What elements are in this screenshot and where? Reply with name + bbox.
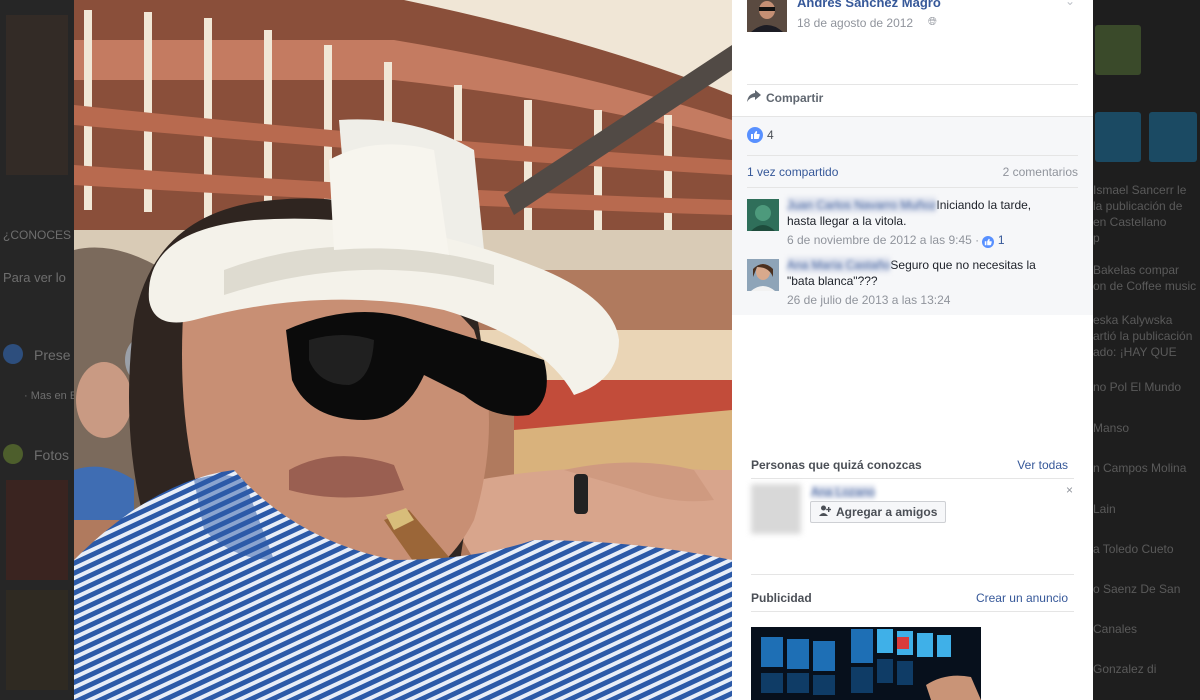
suggested-person-name[interactable]: Ana Lozano — [811, 485, 876, 499]
chevron-down-icon[interactable]: ⌄ — [1065, 0, 1075, 8]
background-text: p — [1093, 231, 1100, 245]
background-text: Ismael Sancerr le — [1093, 183, 1187, 197]
background-text: Manso — [1093, 421, 1130, 435]
create-ad-link[interactable]: Crear un anuncio — [976, 591, 1068, 605]
post-photo[interactable] — [74, 0, 732, 700]
background-text: ¿CONOCES — [3, 228, 72, 242]
background-tile — [1095, 25, 1141, 75]
add-friend-button[interactable]: Agregar a amigos — [810, 501, 947, 523]
comment-timestamp[interactable]: 26 de julio de 2013 a las 13:24 — [787, 293, 950, 307]
pymk-title: Personas que quizá conozcas — [751, 458, 922, 472]
background-text: eska Kalywska — [1093, 313, 1173, 327]
background-text: Fotos — [34, 447, 70, 463]
author-avatar[interactable] — [747, 0, 787, 32]
background-text: no Pol El Mundo — [1093, 380, 1182, 394]
add-friend-icon — [819, 505, 832, 519]
divider — [747, 84, 1078, 85]
divider — [747, 155, 1078, 156]
background-text: a Toledo Cueto — [1093, 542, 1174, 556]
background-text: Prese — [34, 347, 71, 363]
share-button[interactable]: Compartir — [747, 90, 823, 105]
shares-count-link[interactable]: 1 vez compartido — [747, 165, 838, 179]
background-text: la publicación de — [1093, 199, 1183, 213]
background-thumbnail — [6, 15, 68, 175]
comment-like-icon — [982, 236, 995, 248]
see-all-link[interactable]: Ver todas — [1017, 458, 1068, 472]
background-icon — [3, 344, 23, 364]
background-text: Para ver lo — [3, 270, 66, 285]
feedback-section: 4 1 vez compartido 2 comentarios Juan Ca… — [732, 116, 1093, 315]
background-text: en Castellano — [1093, 215, 1167, 229]
commenter-name-link[interactable]: Ana María Castaño — [787, 257, 891, 273]
commenter-avatar[interactable] — [747, 199, 779, 231]
comment-like-count[interactable]: 1 — [998, 233, 1005, 247]
background-text: artió la publicación — [1093, 329, 1193, 343]
background-text: · Mas en E — [24, 390, 74, 402]
background-text: Gonzalez di — [1093, 662, 1157, 676]
background-text: Canales — [1093, 622, 1138, 636]
divider — [751, 574, 1074, 575]
comment-meta: 6 de noviembre de 2012 a las 9:45 · 1 — [787, 232, 1057, 248]
background-left-column: ¿CONOCES Para ver lo Prese · Mas en E Fo… — [0, 0, 74, 700]
share-icon — [747, 90, 761, 105]
post-date[interactable]: 18 de agosto de 2012 — [797, 16, 913, 30]
background-text: ado: ¡HAY QUE — [1093, 345, 1177, 359]
commenter-name-link[interactable]: Juan Carlos Navarro Muñoz — [787, 197, 937, 213]
add-friend-label: Agregar a amigos — [836, 505, 938, 519]
photo-illustration — [74, 0, 732, 700]
background-thumbnail — [6, 480, 68, 580]
close-icon[interactable]: × — [1066, 483, 1073, 497]
divider — [751, 478, 1074, 479]
background-text: n Campos Molina — [1093, 461, 1187, 475]
globe-icon: 🌐︎ — [928, 16, 937, 28]
likes-count: 4 — [767, 128, 774, 142]
author-name-link[interactable]: Andres Sanchez Magro — [797, 0, 941, 10]
background-right-column: Ismael Sancerr le la publicación de en C… — [1093, 0, 1200, 700]
comment-body: Juan Carlos Navarro MuñozIniciando la ta… — [787, 197, 1057, 248]
background-thumbnail — [6, 590, 68, 690]
reactions-summary[interactable]: 4 — [747, 127, 774, 143]
ads-title: Publicidad — [751, 591, 812, 605]
comments-count-link[interactable]: 2 comentarios — [1003, 165, 1078, 179]
background-icon — [3, 444, 23, 464]
suggested-person-avatar[interactable] — [751, 484, 801, 534]
divider — [747, 187, 1078, 188]
comment-body: Ana María CastañoSeguro que no necesitas… — [787, 257, 1057, 308]
background-text: Bakelas compar — [1093, 263, 1180, 277]
background-tile — [1095, 112, 1141, 162]
ad-illustration — [751, 627, 981, 700]
post-details-panel: Andres Sanchez Magro 18 de agosto de 201… — [732, 0, 1093, 700]
like-icon — [747, 127, 763, 143]
engagement-counts: 1 vez compartido 2 comentarios — [747, 165, 1078, 179]
commenter-avatar[interactable] — [747, 259, 779, 291]
comment-meta: 26 de julio de 2013 a las 13:24 — [787, 292, 1057, 308]
divider — [751, 611, 1074, 612]
share-label: Compartir — [766, 90, 824, 105]
background-text: on de Coffee music — [1093, 279, 1197, 293]
background-text: Lain — [1093, 502, 1116, 516]
comment-timestamp[interactable]: 6 de noviembre de 2012 a las 9:45 · — [787, 233, 982, 247]
background-text: o Saenz De San — [1093, 582, 1181, 596]
ad-image[interactable] — [751, 627, 981, 700]
author-avatar-image — [747, 0, 787, 32]
background-tile — [1149, 112, 1197, 162]
